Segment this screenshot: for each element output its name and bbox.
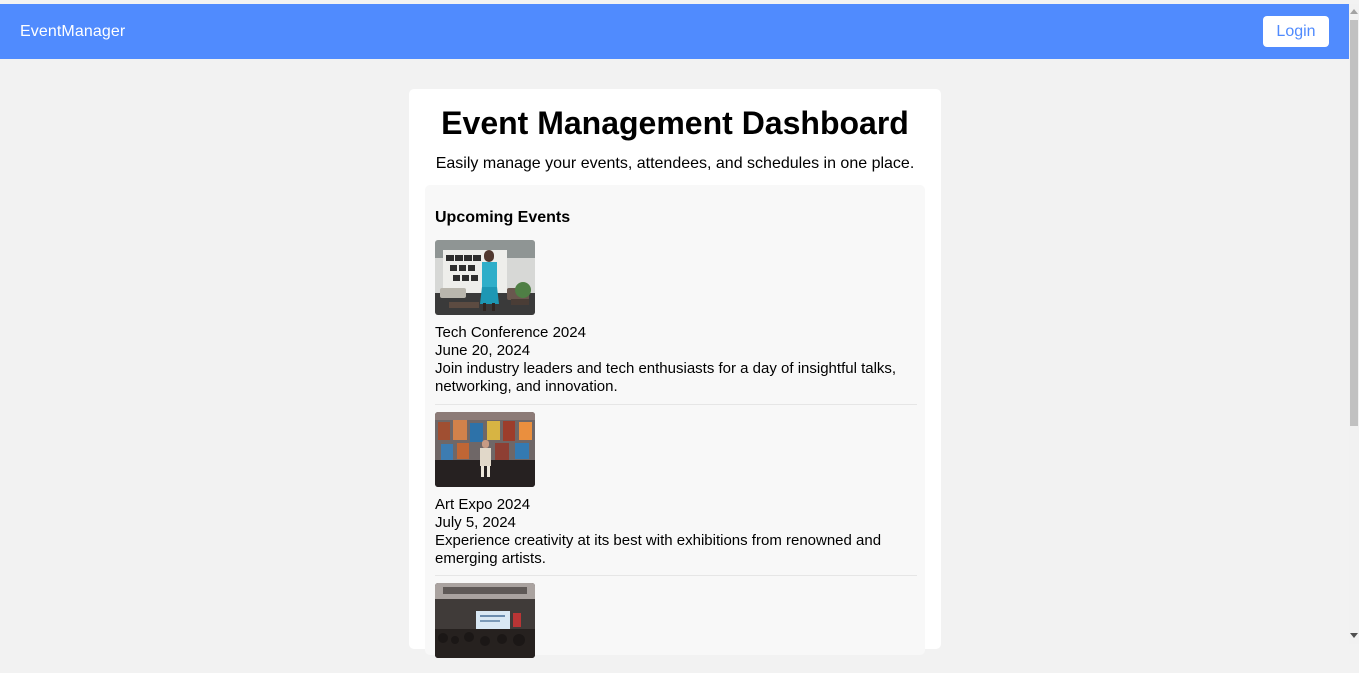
scroll-down-arrow-icon[interactable] (1350, 633, 1358, 638)
event-item-third[interactable] (435, 583, 917, 673)
conference-room-image (435, 583, 535, 658)
top-navbar: EventManager Login (0, 4, 1349, 59)
event-date: June 20, 2024 (435, 342, 531, 359)
page-title: Event Management Dashboard (441, 105, 909, 141)
dashboard-card: Event Management Dashboard Easily manage… (409, 89, 941, 658)
event-description: Join industry leaders and tech enthusias… (435, 360, 897, 395)
login-button[interactable]: Login (1263, 16, 1329, 47)
event-description: Experience creativity at its best with e… (435, 532, 882, 567)
event-item-art-expo[interactable]: Art Expo 2024 July 5, 2024 Experience cr… (435, 412, 917, 576)
scroll-up-arrow-icon[interactable] (1350, 9, 1358, 14)
art-expo-image (435, 412, 535, 487)
upcoming-events-heading: Upcoming Events (435, 209, 571, 226)
event-date: July 5, 2024 (435, 514, 516, 531)
event-title: Art Expo 2024 (435, 496, 531, 513)
page-subtitle: Easily manage your events, attendees, an… (435, 155, 915, 172)
brand-logo-text[interactable]: EventManager (20, 22, 125, 41)
vertical-scrollbar[interactable] (1349, 4, 1359, 644)
event-title: Tech Conference 2024 (435, 324, 586, 341)
tech-conference-image (435, 240, 535, 315)
scrollbar-thumb[interactable] (1350, 20, 1358, 426)
event-item-tech-conference[interactable]: Tech Conference 2024 June 20, 2024 Join … (435, 240, 917, 405)
upcoming-events-panel: Upcoming Events Tech Conference 2024 Jun… (425, 185, 925, 658)
